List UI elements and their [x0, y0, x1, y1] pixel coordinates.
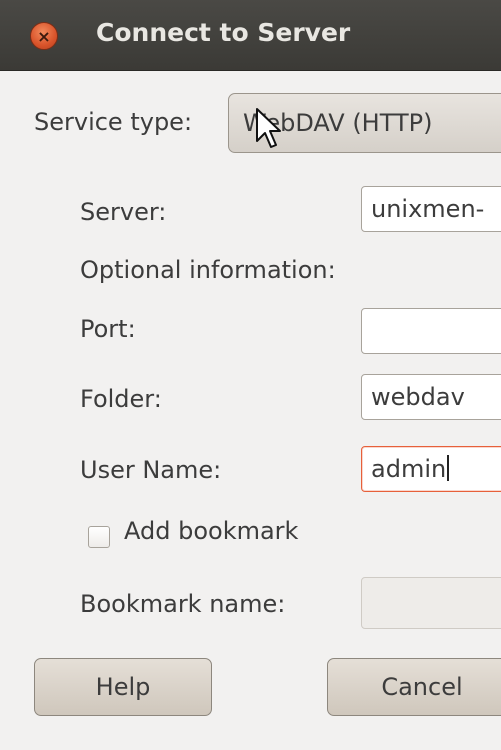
add-bookmark-checkbox[interactable]: [88, 526, 110, 548]
optional-info-label: Optional information:: [80, 256, 336, 284]
server-label: Server:: [80, 198, 167, 226]
window-title: Connect to Server: [96, 18, 351, 47]
text-caret: [447, 455, 450, 481]
service-type-label: Service type:: [34, 108, 193, 136]
bookmark-name-label: Bookmark name:: [80, 590, 286, 618]
close-icon[interactable]: ×: [30, 22, 58, 50]
port-input[interactable]: [361, 308, 501, 354]
add-bookmark-label[interactable]: Add bookmark: [124, 517, 298, 545]
username-label: User Name:: [80, 456, 222, 484]
port-label: Port:: [80, 315, 136, 343]
server-input[interactable]: unixmen-: [361, 186, 501, 232]
window-titlebar: × Connect to Server: [0, 0, 501, 71]
folder-label: Folder:: [80, 385, 162, 413]
mouse-pointer-icon: [256, 108, 281, 148]
username-value: admin: [371, 455, 447, 483]
folder-input[interactable]: webdav: [361, 374, 501, 420]
cancel-button[interactable]: Cancel: [327, 658, 501, 716]
bookmark-name-input[interactable]: [361, 577, 501, 629]
username-input[interactable]: admin: [361, 446, 501, 492]
help-button[interactable]: Help: [34, 658, 212, 716]
